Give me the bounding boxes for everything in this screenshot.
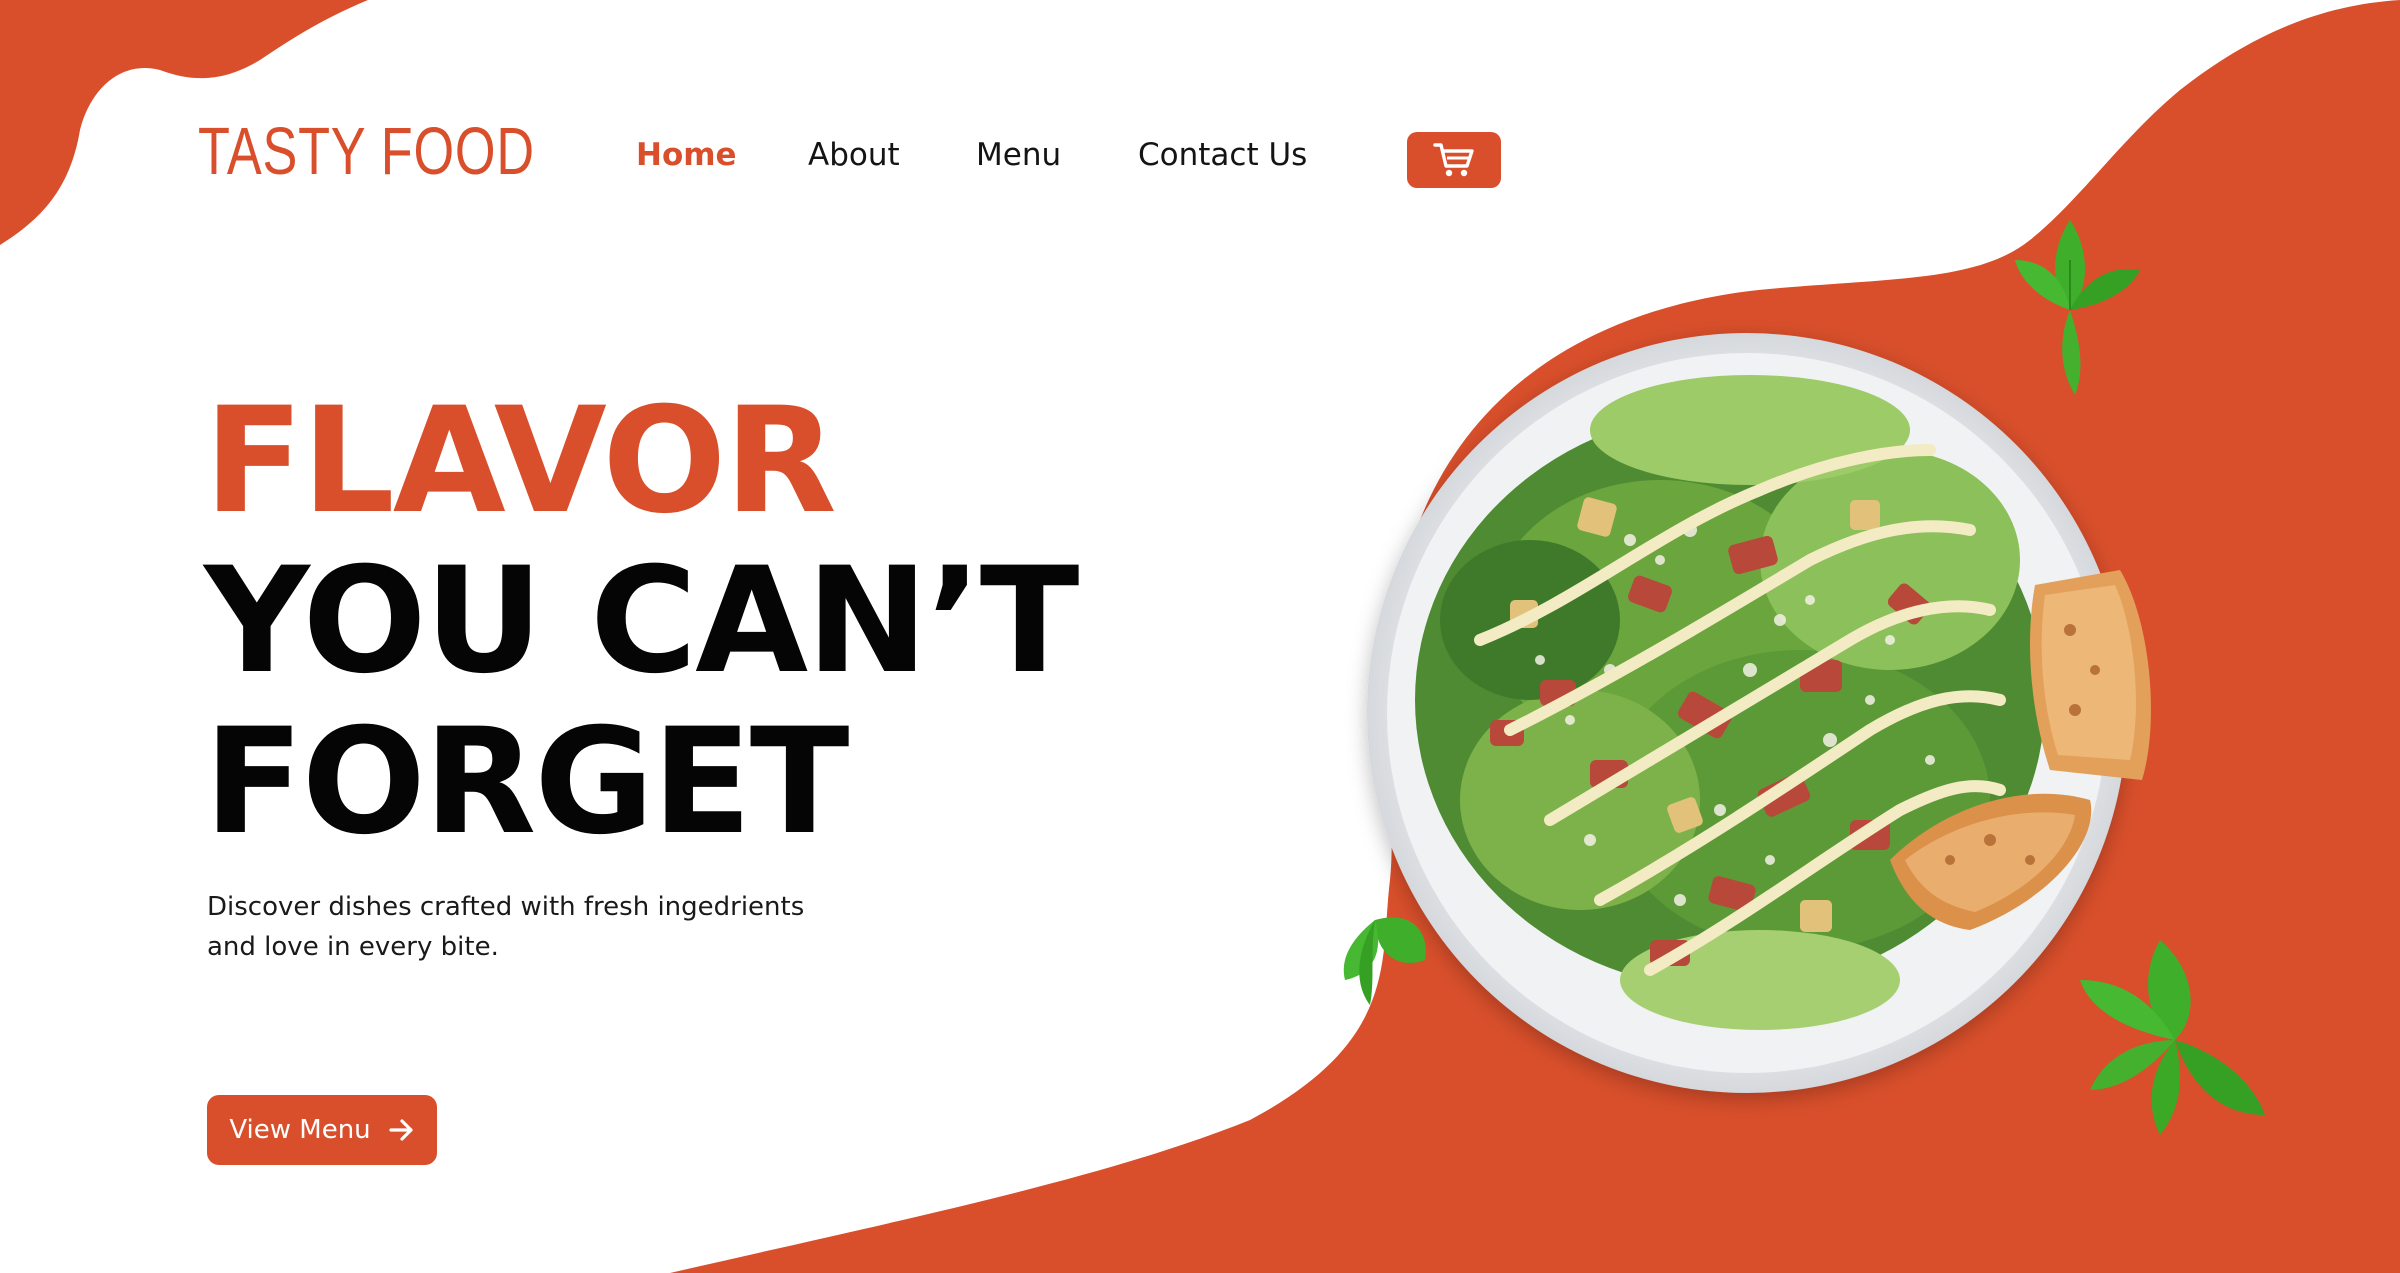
hero-subtext-line-1: Discover dishes crafted with fresh inged… <box>207 892 805 922</box>
basil-leaf-top <box>2015 220 2140 395</box>
view-menu-button[interactable]: View Menu <box>207 1095 437 1165</box>
basil-leaf-left <box>1343 917 1426 1005</box>
nav-contact-us[interactable]: Contact Us <box>1138 140 1307 171</box>
cart-button[interactable] <box>1407 132 1501 188</box>
brand-logo[interactable]: TASTY FOOD <box>198 118 535 185</box>
basil-leaf-bottom-right <box>2080 940 2265 1135</box>
headline-line-3: FORGET <box>204 697 849 867</box>
headline-line-2: YOU CAN’T <box>204 536 1079 706</box>
headline-line-1: FLAVOR <box>204 376 837 546</box>
nav-home[interactable]: Home <box>636 140 737 171</box>
nav-about[interactable]: About <box>808 140 900 171</box>
view-menu-label: View Menu <box>229 1115 371 1145</box>
nav-menu[interactable]: Menu <box>976 140 1061 171</box>
shopping-cart-icon <box>1433 143 1474 177</box>
salad-plate-image <box>1343 220 2265 1135</box>
arrow-right-icon <box>389 1119 413 1141</box>
hero-subtext: Discover dishes crafted with fresh inged… <box>207 887 847 967</box>
hero-subtext-line-2: and love in every bite. <box>207 932 499 962</box>
